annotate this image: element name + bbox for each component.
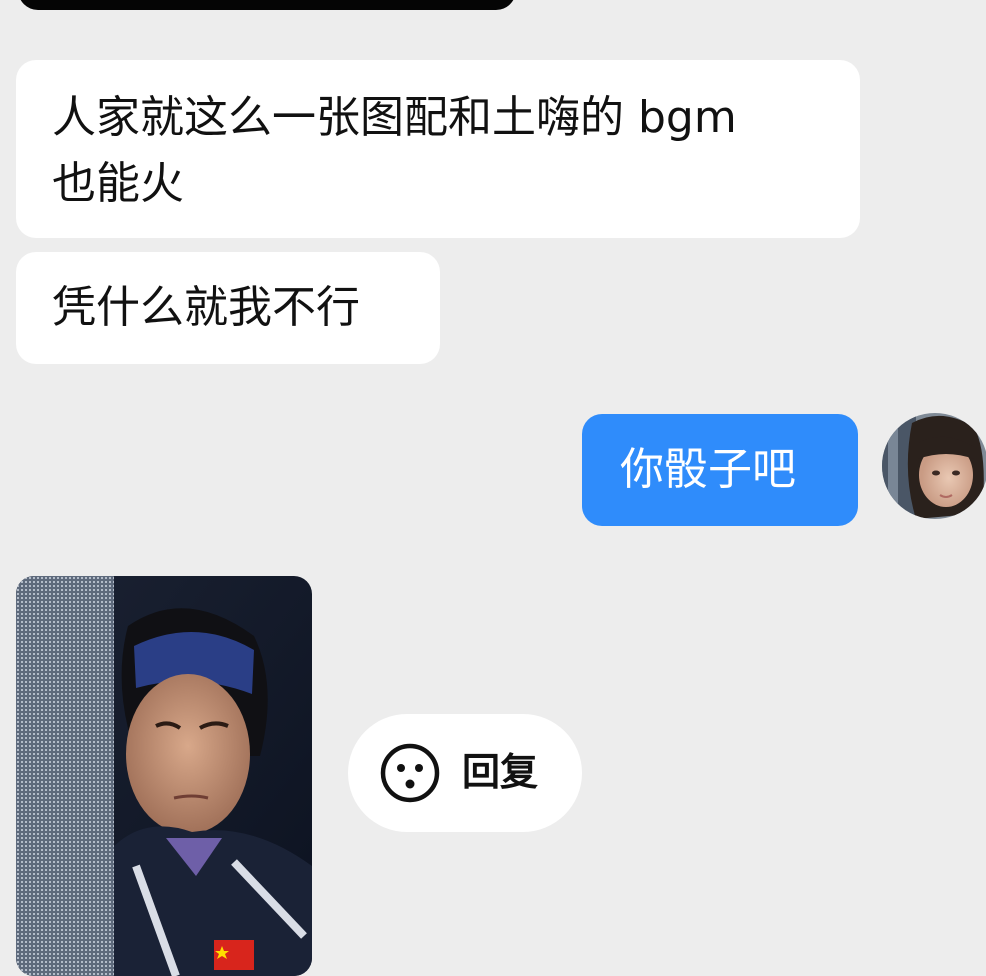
top-dark-bar bbox=[18, 0, 516, 10]
reply-button[interactable]: 回复 bbox=[348, 714, 582, 832]
reply-label: 回复 bbox=[462, 750, 539, 794]
message-text: 凭什么就我不行 bbox=[52, 282, 360, 333]
message-bubble-incoming[interactable]: 人家就这么一张图配和土嗨的 bgm 也能火 bbox=[16, 60, 860, 238]
message-bubble-incoming[interactable]: 凭什么就我不行 bbox=[16, 252, 440, 364]
message-text: 你骰子吧 bbox=[620, 444, 796, 495]
user-avatar[interactable] bbox=[882, 413, 986, 519]
message-text-line: 人家就这么一张图配和土嗨的 bgm bbox=[52, 92, 737, 143]
emoji-face-icon bbox=[380, 743, 440, 803]
message-bubble-outgoing[interactable]: 你骰子吧 bbox=[582, 414, 858, 526]
shared-image[interactable] bbox=[16, 576, 312, 976]
message-text-line: 也能火 bbox=[52, 158, 184, 209]
